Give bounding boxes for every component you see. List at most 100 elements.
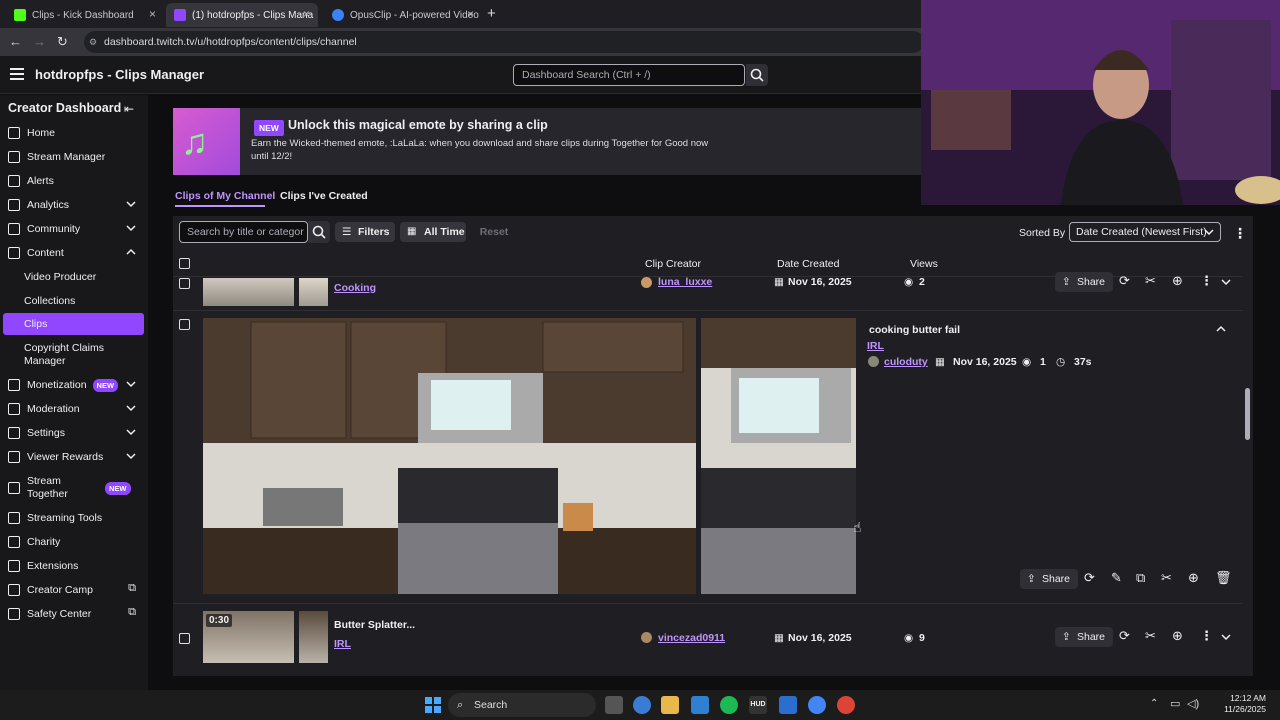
taskbar-search[interactable]: ⌕ Search	[448, 693, 596, 717]
sidebar-item-content[interactable]: Content	[0, 242, 148, 264]
scissors-icon[interactable]: ✂	[1145, 628, 1156, 644]
clip-thumbnail[interactable]: 0:30	[203, 611, 294, 663]
show-hidden-icons-icon[interactable]: ⌃	[1150, 698, 1158, 709]
select-all-checkbox[interactable]	[179, 258, 190, 269]
clip-thumbnail[interactable]	[203, 278, 294, 306]
share-button[interactable]: ⇪ Share	[1055, 272, 1114, 292]
sidebar-item-extensions[interactable]: Extensions	[0, 555, 148, 577]
chevron-down-icon[interactable]	[1221, 633, 1231, 641]
chrome-icon[interactable]	[837, 696, 855, 714]
sidebar-item-copyright-claims-manager[interactable]: Copyright Claims Manager	[0, 341, 120, 369]
sidebar-item-analytics[interactable]: Analytics	[0, 194, 148, 216]
sidebar-item-stream-together[interactable]: Stream Together NEW	[0, 474, 148, 502]
row-checkbox[interactable]	[179, 278, 190, 289]
search-button[interactable]	[746, 64, 768, 86]
reset-button[interactable]: Reset	[473, 222, 515, 242]
time-range-button[interactable]: ▦ All Time	[400, 222, 466, 242]
clip-creator-link[interactable]: culoduty	[884, 356, 928, 368]
creator-camp-icon	[8, 584, 20, 596]
browser-tab-twitch[interactable]: (1) hotdropfps - Clips Mana ×	[166, 3, 318, 27]
close-tab-icon[interactable]: ×	[149, 7, 156, 21]
volume-icon[interactable]: ◁)	[1187, 697, 1199, 710]
sidebar-item-creator-camp[interactable]: Creator Camp ⧉	[0, 579, 148, 601]
sidebar-item-streaming-tools[interactable]: Streaming Tools	[0, 507, 148, 529]
close-tab-icon[interactable]: ×	[467, 7, 474, 21]
sidebar-item-alerts[interactable]: Alerts	[0, 170, 148, 192]
system-clock[interactable]: 12:12 AM 11/26/2025	[1224, 693, 1266, 715]
clock-time: 12:12 AM	[1230, 693, 1266, 703]
add-icon[interactable]: ⊕	[1172, 273, 1183, 289]
sort-select[interactable]: Date Created (Newest First)	[1069, 222, 1221, 242]
windows-start-icon[interactable]	[425, 697, 441, 713]
scissors-icon[interactable]: ✂	[1161, 570, 1172, 586]
share-button[interactable]: ⇪ Share	[1020, 569, 1079, 589]
clip-creator-link[interactable]: luna_luxxe	[658, 276, 712, 288]
tab-clips-of-my-channel[interactable]: Clips of My Channel	[175, 190, 275, 202]
app-icon[interactable]	[779, 696, 797, 714]
chrome-icon[interactable]	[808, 696, 826, 714]
scrollbar[interactable]	[1245, 280, 1250, 668]
chevron-down-icon[interactable]	[1221, 278, 1231, 286]
sidebar-item-safety-center[interactable]: Safety Center ⧉	[0, 603, 148, 625]
clip-creator-link[interactable]: vincezad0911	[658, 632, 725, 644]
collapse-sidebar-icon[interactable]: ⇤	[124, 102, 134, 116]
new-tab-icon[interactable]: +	[487, 5, 496, 22]
scrollbar-thumb[interactable]	[1245, 388, 1250, 440]
task-view-icon[interactable]	[605, 696, 623, 714]
chevron-up-icon[interactable]	[1216, 325, 1226, 333]
sidebar-item-video-producer[interactable]: Video Producer	[0, 266, 148, 288]
dashboard-search-input[interactable]: Dashboard Search (Ctrl + /)	[513, 64, 745, 86]
sidebar-item-community[interactable]: Community	[0, 218, 148, 240]
share-button[interactable]: ⇪ Share	[1055, 627, 1114, 647]
clip-search-button[interactable]	[308, 221, 330, 243]
spotify-icon[interactable]	[720, 696, 738, 714]
more-options-icon[interactable]: ⋮	[1233, 225, 1247, 242]
forward-icon[interactable]: →	[33, 34, 46, 49]
scissors-icon[interactable]: ✂	[1145, 273, 1156, 289]
menu-icon[interactable]	[10, 68, 24, 80]
row-checkbox[interactable]	[179, 319, 190, 330]
sync-icon[interactable]: ⟳	[1119, 273, 1130, 289]
sidebar-item-charity[interactable]: Charity	[0, 531, 148, 553]
sidebar-item-collections[interactable]: Collections	[0, 290, 148, 312]
sidebar-item-clips[interactable]: Clips	[3, 313, 144, 335]
reload-icon[interactable]: ↻	[57, 34, 68, 50]
notepad-icon[interactable]	[691, 696, 709, 714]
sidebar-item-stream-manager[interactable]: Stream Manager	[0, 146, 148, 168]
close-tab-icon[interactable]: ×	[303, 7, 310, 21]
sync-icon[interactable]: ⟳	[1084, 570, 1095, 586]
external-link-icon[interactable]: ⧉	[1136, 570, 1145, 586]
clip-search-input[interactable]: Search by title or categor	[179, 221, 308, 243]
trash-icon[interactable]: 🗑	[1215, 570, 1232, 586]
more-options-icon[interactable]: ⋮	[1200, 628, 1213, 644]
edit-icon[interactable]: ✎	[1111, 570, 1122, 586]
clip-preview-video[interactable]	[203, 318, 696, 594]
file-explorer-icon[interactable]	[661, 696, 679, 714]
site-info-icon[interactable]: ⚙	[89, 31, 97, 53]
more-options-icon[interactable]: ⋮	[1200, 273, 1213, 289]
clip-category-link[interactable]: IRL	[867, 340, 884, 352]
clip-preview-video[interactable]	[701, 318, 856, 594]
clip-thumbnail[interactable]	[299, 611, 328, 663]
browser-tab-opusclip[interactable]: OpusClip - AI-powered Video R ×	[324, 3, 482, 27]
sidebar-item-settings[interactable]: Settings	[0, 422, 148, 444]
sidebar-item-moderation[interactable]: Moderation	[0, 398, 148, 420]
clip-thumbnail[interactable]	[299, 278, 328, 306]
add-icon[interactable]: ⊕	[1172, 628, 1183, 644]
clip-category-link[interactable]: IRL	[334, 638, 351, 650]
add-icon[interactable]: ⊕	[1188, 570, 1199, 586]
sidebar-item-monetization[interactable]: Monetization NEW	[0, 374, 148, 396]
browser-tab-kick[interactable]: Clips - Kick Dashboard ×	[6, 3, 164, 27]
filters-button[interactable]: ☰ Filters	[335, 222, 395, 242]
row-checkbox[interactable]	[179, 633, 190, 644]
clip-category-link[interactable]: Cooking	[334, 282, 376, 294]
tab-clips-ive-created[interactable]: Clips I've Created	[280, 190, 368, 202]
sidebar-item-viewer-rewards[interactable]: Viewer Rewards	[0, 446, 148, 468]
copilot-icon[interactable]	[633, 696, 651, 714]
sync-icon[interactable]: ⟳	[1119, 628, 1130, 644]
sidebar-item-home[interactable]: Home	[0, 122, 148, 144]
hud-app-icon[interactable]: HUD	[749, 696, 767, 714]
url-field[interactable]: ⚙ dashboard.twitch.tv/u/hotdropfps/conte…	[84, 31, 924, 53]
network-icon[interactable]: ▭	[1170, 697, 1180, 710]
back-icon[interactable]: ←	[9, 34, 22, 49]
